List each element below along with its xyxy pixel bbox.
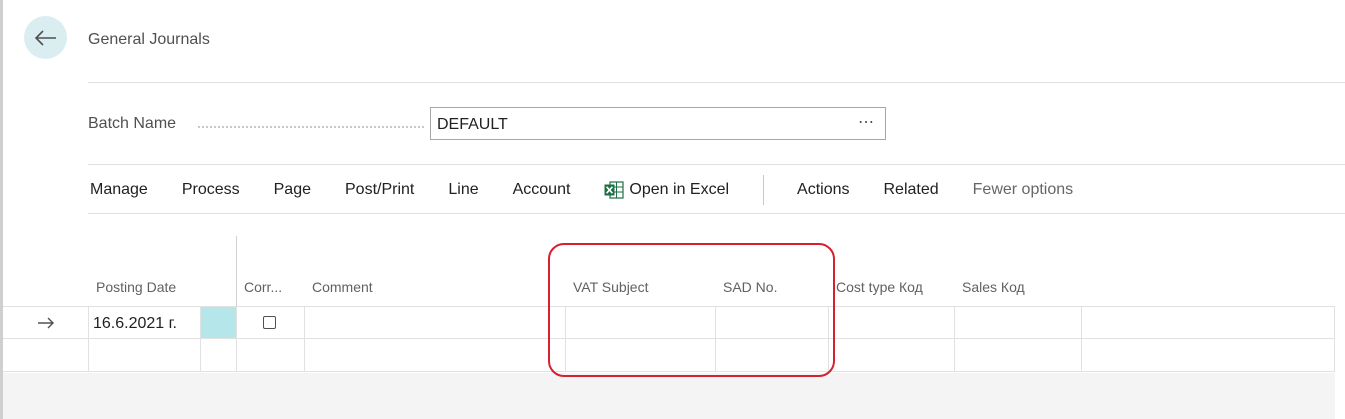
arrow-left-icon (34, 29, 56, 46)
vat-subject-cell[interactable] (566, 339, 716, 371)
action-account[interactable]: Account (513, 181, 571, 199)
row-selector[interactable] (3, 339, 89, 371)
extra-cell[interactable] (1082, 307, 1335, 338)
row-selector[interactable] (3, 307, 89, 338)
sad-no-cell[interactable] (716, 339, 829, 371)
frozen-column-divider (236, 236, 237, 306)
sales-cell[interactable] (955, 307, 1082, 338)
action-separator (763, 175, 765, 205)
comment-cell[interactable] (305, 339, 566, 371)
vat-subject-cell[interactable] (566, 307, 716, 338)
action-manage[interactable]: Manage (90, 181, 148, 199)
actions-top-divider (88, 164, 1345, 165)
cost-type-cell[interactable] (829, 307, 955, 338)
batch-name-label: Batch Name (88, 115, 177, 132)
open-in-excel-label: Open in Excel (629, 181, 730, 198)
page-title: General Journals (88, 31, 210, 48)
fewer-options-button[interactable]: Fewer options (973, 181, 1074, 199)
column-header-cost-type[interactable]: Cost type Код (836, 279, 923, 295)
lookup-ellipsis-icon[interactable]: ⋯ (858, 112, 875, 132)
posting-date-picker-cell[interactable] (201, 339, 237, 371)
batch-name-field[interactable]: DEFAULT ⋯ (430, 107, 886, 140)
posting-date-cell[interactable] (89, 339, 201, 371)
arrow-right-icon (37, 317, 54, 328)
column-header-comment[interactable]: Comment (312, 279, 373, 295)
field-dots-leader (198, 126, 424, 128)
sales-cell[interactable] (955, 339, 1082, 371)
batch-name-value: DEFAULT (437, 116, 508, 133)
correction-cell[interactable] (237, 339, 305, 371)
column-header-posting-date[interactable]: Posting Date (96, 279, 176, 295)
posting-date-picker-cell[interactable] (201, 307, 237, 338)
column-header-sad-no[interactable]: SAD No. (723, 279, 777, 295)
action-post-print[interactable]: Post/Print (345, 181, 414, 199)
open-in-excel-button[interactable]: Open in Excel (604, 181, 729, 199)
cost-type-cell[interactable] (829, 339, 955, 371)
comment-cell[interactable] (305, 307, 566, 338)
back-button[interactable] (24, 16, 67, 59)
posting-date-value: 16.6.2021 г. (93, 315, 177, 332)
table-row[interactable]: 16.6.2021 г. (3, 306, 1335, 339)
action-page[interactable]: Page (274, 181, 311, 199)
correction-cell[interactable] (237, 307, 305, 338)
column-header-vat-subject[interactable]: VAT Subject (573, 279, 648, 295)
sad-no-cell[interactable] (716, 307, 829, 338)
action-line[interactable]: Line (448, 181, 478, 199)
column-header-correction[interactable]: Corr... (244, 279, 282, 295)
header-divider (88, 82, 1345, 83)
actions-bottom-divider (88, 213, 1345, 214)
grid-empty-area (3, 373, 1335, 419)
action-process[interactable]: Process (182, 181, 240, 199)
table-row[interactable] (3, 339, 1335, 372)
action-bar: Manage Process Page Post/Print Line Acco… (90, 175, 1107, 205)
excel-icon (604, 181, 625, 199)
column-header-sales[interactable]: Sales Код (962, 279, 1025, 295)
correction-checkbox[interactable] (263, 316, 276, 329)
extra-cell[interactable] (1082, 339, 1335, 371)
posting-date-cell[interactable]: 16.6.2021 г. (89, 307, 201, 338)
action-actions[interactable]: Actions (797, 181, 849, 199)
action-related[interactable]: Related (884, 181, 939, 199)
